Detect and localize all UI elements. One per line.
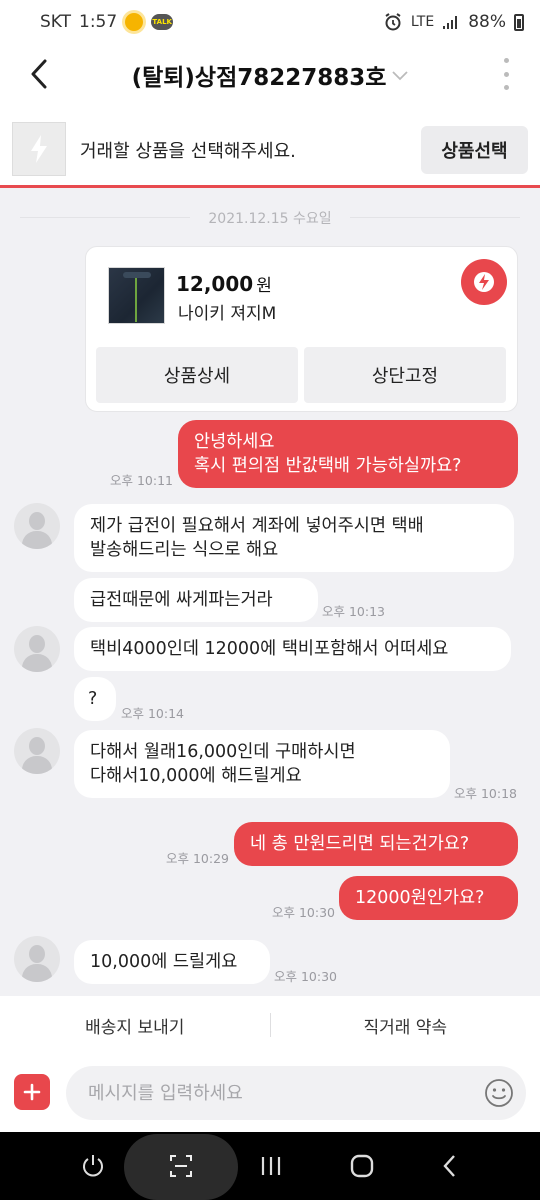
message-bubble-sent[interactable]: 12000원인가요? [339, 876, 518, 920]
system-nav-bar [0, 1132, 540, 1200]
recents-icon [261, 1157, 281, 1175]
message-line: 네 총 만원드리면 되는건가요? [250, 834, 470, 854]
message-line: 다해서10,000에 해드릴게요 [90, 766, 302, 786]
message-time: 오후 10:13 [322, 604, 385, 619]
product-placeholder [12, 122, 66, 176]
power-button[interactable] [75, 1148, 111, 1184]
message-input-bar [0, 1054, 540, 1132]
attach-button[interactable] [14, 1074, 50, 1110]
select-prompt: 거래할 상품을 선택해주세요. [80, 141, 296, 162]
scan-button[interactable] [163, 1148, 199, 1184]
bunjang-logo-icon [461, 259, 507, 305]
talk-icon: TALK [151, 14, 174, 30]
clock-label: 1:57 [79, 12, 118, 32]
message-line: 택비4000인데 12000에 택비포함해서 어떠세요 [90, 639, 449, 659]
battery-icon [514, 13, 524, 31]
home-icon [350, 1154, 374, 1178]
status-bar: SKT 1:57 TALK LTE 88% [0, 0, 540, 44]
chat-actions-bar: 배송지 보내기 직거래 약속 [0, 996, 540, 1054]
message-line: 12000원인가요? [355, 888, 485, 908]
network-label: LTE [410, 14, 435, 30]
message-line: 발송해드리는 식으로 해요 [90, 540, 279, 560]
product-select-bar: 거래할 상품을 선택해주세요. 상품선택 [0, 104, 540, 188]
product-card: 12,000 원 나이키 져지M 상품상세 상단고정 [85, 246, 518, 412]
date-divider-right [350, 217, 520, 218]
message-time: 오후 10:11 [110, 473, 173, 488]
title-dropdown[interactable]: (탈퇴)상점78227883호 [0, 58, 540, 92]
lightning-icon [31, 135, 47, 163]
message-time: 오후 10:18 [454, 786, 517, 801]
message-line: 혹시 편의점 반값택배 가능하실까요? [194, 456, 462, 476]
message-bubble-received[interactable]: 제가 급전이 필요해서 계좌에 넣어주시면 택배 발송해드리는 식으로 해요 [74, 504, 514, 572]
message-line: 제가 급전이 필요해서 계좌에 넣어주시면 택배 [90, 516, 424, 536]
message-input[interactable] [66, 1066, 526, 1120]
message-bubble-received[interactable]: ? [74, 677, 116, 721]
avatar[interactable] [14, 503, 60, 549]
message-bubble-received[interactable]: 급전때문에 싸게파는거라 [74, 578, 318, 622]
chevron-down-icon [392, 71, 409, 81]
product-detail-button[interactable]: 상품상세 [96, 347, 298, 403]
message-line: ? [88, 689, 98, 709]
pin-top-button[interactable]: 상단고정 [304, 347, 506, 403]
home-button[interactable] [344, 1148, 380, 1184]
alarm-icon [385, 13, 401, 31]
message-time: 오후 10:29 [166, 851, 229, 866]
message-bubble-sent[interactable]: 안녕하세요 혹시 편의점 반값택배 가능하실까요? [178, 420, 518, 488]
message-time: 오후 10:30 [274, 969, 337, 984]
plus-icon [23, 1083, 41, 1101]
battery-label: 88% [468, 12, 506, 32]
avatar[interactable] [14, 728, 60, 774]
message-line: 10,000에 드릴게요 [90, 952, 238, 972]
nav-back-icon [443, 1155, 455, 1177]
product-name: 나이키 져지M [178, 304, 277, 324]
message-bubble-received[interactable]: 10,000에 드릴게요 [74, 940, 270, 984]
price-unit: 원 [256, 276, 272, 296]
signal-icon [443, 16, 458, 29]
message-line: 급전때문에 싸게파는거라 [90, 590, 273, 610]
send-address-button[interactable]: 배송지 보내기 [0, 996, 270, 1054]
weather-icon [125, 13, 144, 31]
message-line: 다해서 월래16,000인데 구매하시면 [90, 742, 356, 762]
select-product-button[interactable]: 상품선택 [421, 126, 528, 174]
chat-header: (탈퇴)상점78227883호 [0, 44, 540, 104]
product-thumbnail[interactable] [108, 267, 165, 324]
scan-icon [170, 1155, 192, 1177]
avatar[interactable] [14, 626, 60, 672]
price-value: 12,000 [176, 272, 254, 296]
message-time: 오후 10:30 [272, 905, 335, 920]
direct-trade-button[interactable]: 직거래 약속 [271, 996, 540, 1054]
message-bubble-received[interactable]: 택비4000인데 12000에 택비포함해서 어떠세요 [74, 627, 511, 671]
page-title: (탈퇴)상점78227883호 [131, 65, 387, 91]
carrier-label: SKT [40, 12, 72, 32]
message-bubble-received[interactable]: 다해서 월래16,000인데 구매하시면 다해서10,000에 해드릴게요 [74, 730, 450, 798]
recents-button[interactable] [253, 1148, 289, 1184]
date-separator: 2021.12.15 수요일 [208, 211, 332, 227]
product-price: 12,000 원 [176, 271, 272, 296]
power-icon [83, 1155, 103, 1177]
avatar[interactable] [14, 936, 60, 982]
nav-back-button[interactable] [432, 1148, 468, 1184]
more-menu-icon[interactable] [500, 58, 512, 90]
message-time: 오후 10:14 [121, 706, 184, 721]
message-bubble-sent[interactable]: 네 총 만원드리면 되는건가요? [234, 822, 518, 866]
message-line: 안녕하세요 [194, 432, 275, 452]
emoji-icon[interactable] [484, 1078, 514, 1108]
